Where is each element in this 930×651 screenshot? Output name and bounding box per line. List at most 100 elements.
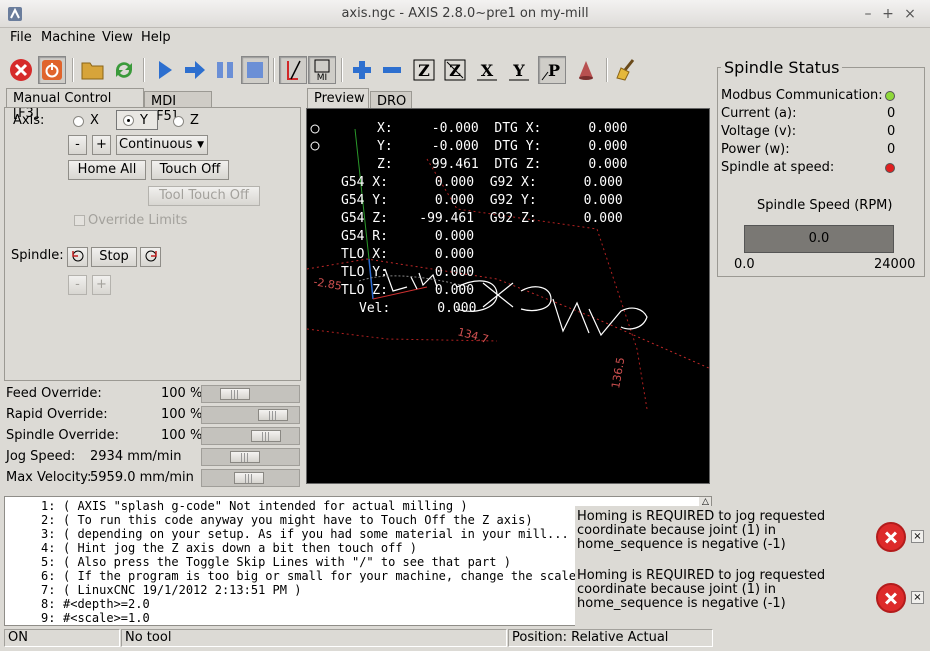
spindle-slower-button[interactable]: - xyxy=(68,275,87,295)
radio-axis-x[interactable] xyxy=(73,116,84,127)
gcode-line-number: 7: xyxy=(41,583,56,597)
menu-file[interactable]: File xyxy=(10,30,32,45)
minimize-button[interactable]: – xyxy=(858,4,878,24)
spindle-cw-icon xyxy=(145,250,157,262)
svg-text:X: X xyxy=(481,61,494,80)
jog-speed-value: 2934 mm/min xyxy=(90,449,182,464)
dimension-label: 134.7 xyxy=(456,325,490,346)
close-window-button[interactable]: × xyxy=(900,4,920,24)
power-value: 0 xyxy=(887,142,896,157)
title-bar: axis.ngc - AXIS 2.8.0~pre1 on my-mill – … xyxy=(0,0,930,28)
slider-thumb[interactable] xyxy=(230,451,260,463)
spindle-speed-label: Spindle Speed (RPM) xyxy=(757,198,893,213)
origin-marker xyxy=(310,141,320,151)
power-icon[interactable] xyxy=(38,56,66,84)
dro-line: X: -0.000 DTG X: 0.000 xyxy=(377,121,628,136)
spindle-override-value: 100 % xyxy=(161,428,203,443)
gcode-line-number: 1: xyxy=(41,499,56,513)
rotate-icon[interactable] xyxy=(572,56,600,84)
spindle-cw-button[interactable] xyxy=(140,247,161,267)
slider-thumb[interactable] xyxy=(251,430,281,442)
menu-machine[interactable]: Machine xyxy=(41,30,95,45)
view-z-icon[interactable]: Z xyxy=(410,56,438,84)
toggle-skip-icon[interactable] xyxy=(279,56,307,84)
dro-line: G54 R: 0.000 xyxy=(341,229,475,244)
run-icon[interactable] xyxy=(151,56,179,84)
home-all-button[interactable]: Home All xyxy=(68,160,146,180)
preview-canvas[interactable]: 134.7 136.5 -2.85 X: -0.000 DTG X: 0.000… xyxy=(306,108,710,484)
radio-axis-y[interactable] xyxy=(123,115,134,126)
tab-mdi[interactable]: MDI [F5] xyxy=(144,91,212,124)
tab-manual-control[interactable]: Manual Control [F3] xyxy=(6,88,144,121)
machine-state: ON xyxy=(4,629,120,647)
max-velocity-slider[interactable] xyxy=(201,469,300,487)
view-z2-icon[interactable]: Z xyxy=(441,56,469,84)
override-limits-label: Override Limits xyxy=(88,213,188,228)
maximize-button[interactable]: + xyxy=(878,4,898,24)
jog-minus-button[interactable]: - xyxy=(68,135,87,155)
tab-preview[interactable]: Preview xyxy=(307,88,369,108)
gcode-line-text: ( If the program is too big or small for… xyxy=(63,569,591,583)
tab-dro[interactable]: DRO xyxy=(370,91,412,109)
svg-text:P: P xyxy=(548,61,560,80)
zoom-in-icon[interactable] xyxy=(348,56,376,84)
max-velocity-label: Max Velocity: xyxy=(6,470,92,485)
radio-axis-z[interactable] xyxy=(173,116,184,127)
gcode-line-number: 6: xyxy=(41,569,56,583)
dro-line: Z: 99.461 DTG Z: 0.000 xyxy=(377,157,628,172)
slider-thumb[interactable] xyxy=(220,388,250,400)
spindle-override-slider[interactable] xyxy=(201,427,300,445)
jog-speed-label: Jog Speed: xyxy=(6,449,76,464)
toolbar-separator xyxy=(606,58,608,82)
slider-thumb[interactable] xyxy=(234,472,264,484)
dro-line: TLO X: 0.000 xyxy=(341,247,475,262)
view-p-icon[interactable]: P xyxy=(538,56,566,84)
menu-help[interactable]: Help xyxy=(141,30,171,45)
spindle-ccw-button[interactable] xyxy=(67,247,88,267)
axis-z-label: Z xyxy=(190,113,199,128)
gcode-line-text: #<scale>=1.0 xyxy=(63,611,150,625)
reload-icon[interactable] xyxy=(110,56,138,84)
toolbar-separator xyxy=(273,58,275,82)
spindle-faster-button[interactable]: + xyxy=(92,275,111,295)
feed-override-label: Feed Override: xyxy=(6,386,102,401)
pause-icon[interactable] xyxy=(211,56,239,84)
dismiss-error-button[interactable]: × xyxy=(911,530,924,543)
clear-plot-icon[interactable] xyxy=(613,56,641,84)
stop-icon[interactable] xyxy=(241,56,269,84)
dro-line: G54 X: 0.000 G92 X: 0.000 xyxy=(341,175,623,190)
jog-speed-slider[interactable] xyxy=(201,448,300,466)
tool-touch-off-button[interactable]: Tool Touch Off xyxy=(148,186,260,206)
dro-line: TLO Y: 0.000 xyxy=(341,265,475,280)
view-x-icon[interactable]: X xyxy=(473,56,501,84)
override-limits-checkbox[interactable] xyxy=(74,215,85,226)
dismiss-error-button[interactable]: × xyxy=(911,591,924,604)
chevron-down-icon: ▼ xyxy=(197,140,204,150)
menu-view[interactable]: View xyxy=(102,30,133,45)
error-message: Homing is REQUIRED to jog requested coor… xyxy=(577,509,826,552)
touch-off-button[interactable]: Touch Off xyxy=(151,160,229,180)
gcode-line-text: ( LinuxCNC 19/1/2012 2:13:51 PM ) xyxy=(63,583,302,597)
rapid-override-slider[interactable] xyxy=(201,406,300,424)
svg-text:Z: Z xyxy=(418,61,430,80)
jog-plus-button[interactable]: + xyxy=(92,135,111,155)
gcode-line-number: 8: xyxy=(41,597,56,611)
optional-stop-icon[interactable]: MI xyxy=(308,56,336,84)
view-y-icon[interactable]: Y xyxy=(505,56,533,84)
gcode-line-text: #<depth>=2.0 xyxy=(63,597,150,611)
open-file-icon[interactable] xyxy=(79,56,107,84)
speed-range-max: 24000 xyxy=(874,257,916,272)
gcode-line-text: ( Hint jog the Z axis down a bit then to… xyxy=(63,541,418,555)
spindle-override-label: Spindle Override: xyxy=(6,428,119,443)
estop-icon[interactable] xyxy=(7,56,35,84)
rapid-override-value: 100 % xyxy=(161,407,203,422)
feed-override-slider[interactable] xyxy=(201,385,300,403)
dro-line: G54 Y: 0.000 G92 Y: 0.000 xyxy=(341,193,623,208)
zoom-out-icon[interactable] xyxy=(378,56,406,84)
gcode-line-text: ( depending on your setup. As if you had… xyxy=(63,527,584,541)
axis-y-label: Y xyxy=(140,113,148,128)
spindle-stop-button[interactable]: Stop xyxy=(91,247,137,267)
jog-mode-select[interactable]: Continuous ▼ xyxy=(116,135,208,155)
slider-thumb[interactable] xyxy=(258,409,288,421)
step-icon[interactable] xyxy=(181,56,209,84)
